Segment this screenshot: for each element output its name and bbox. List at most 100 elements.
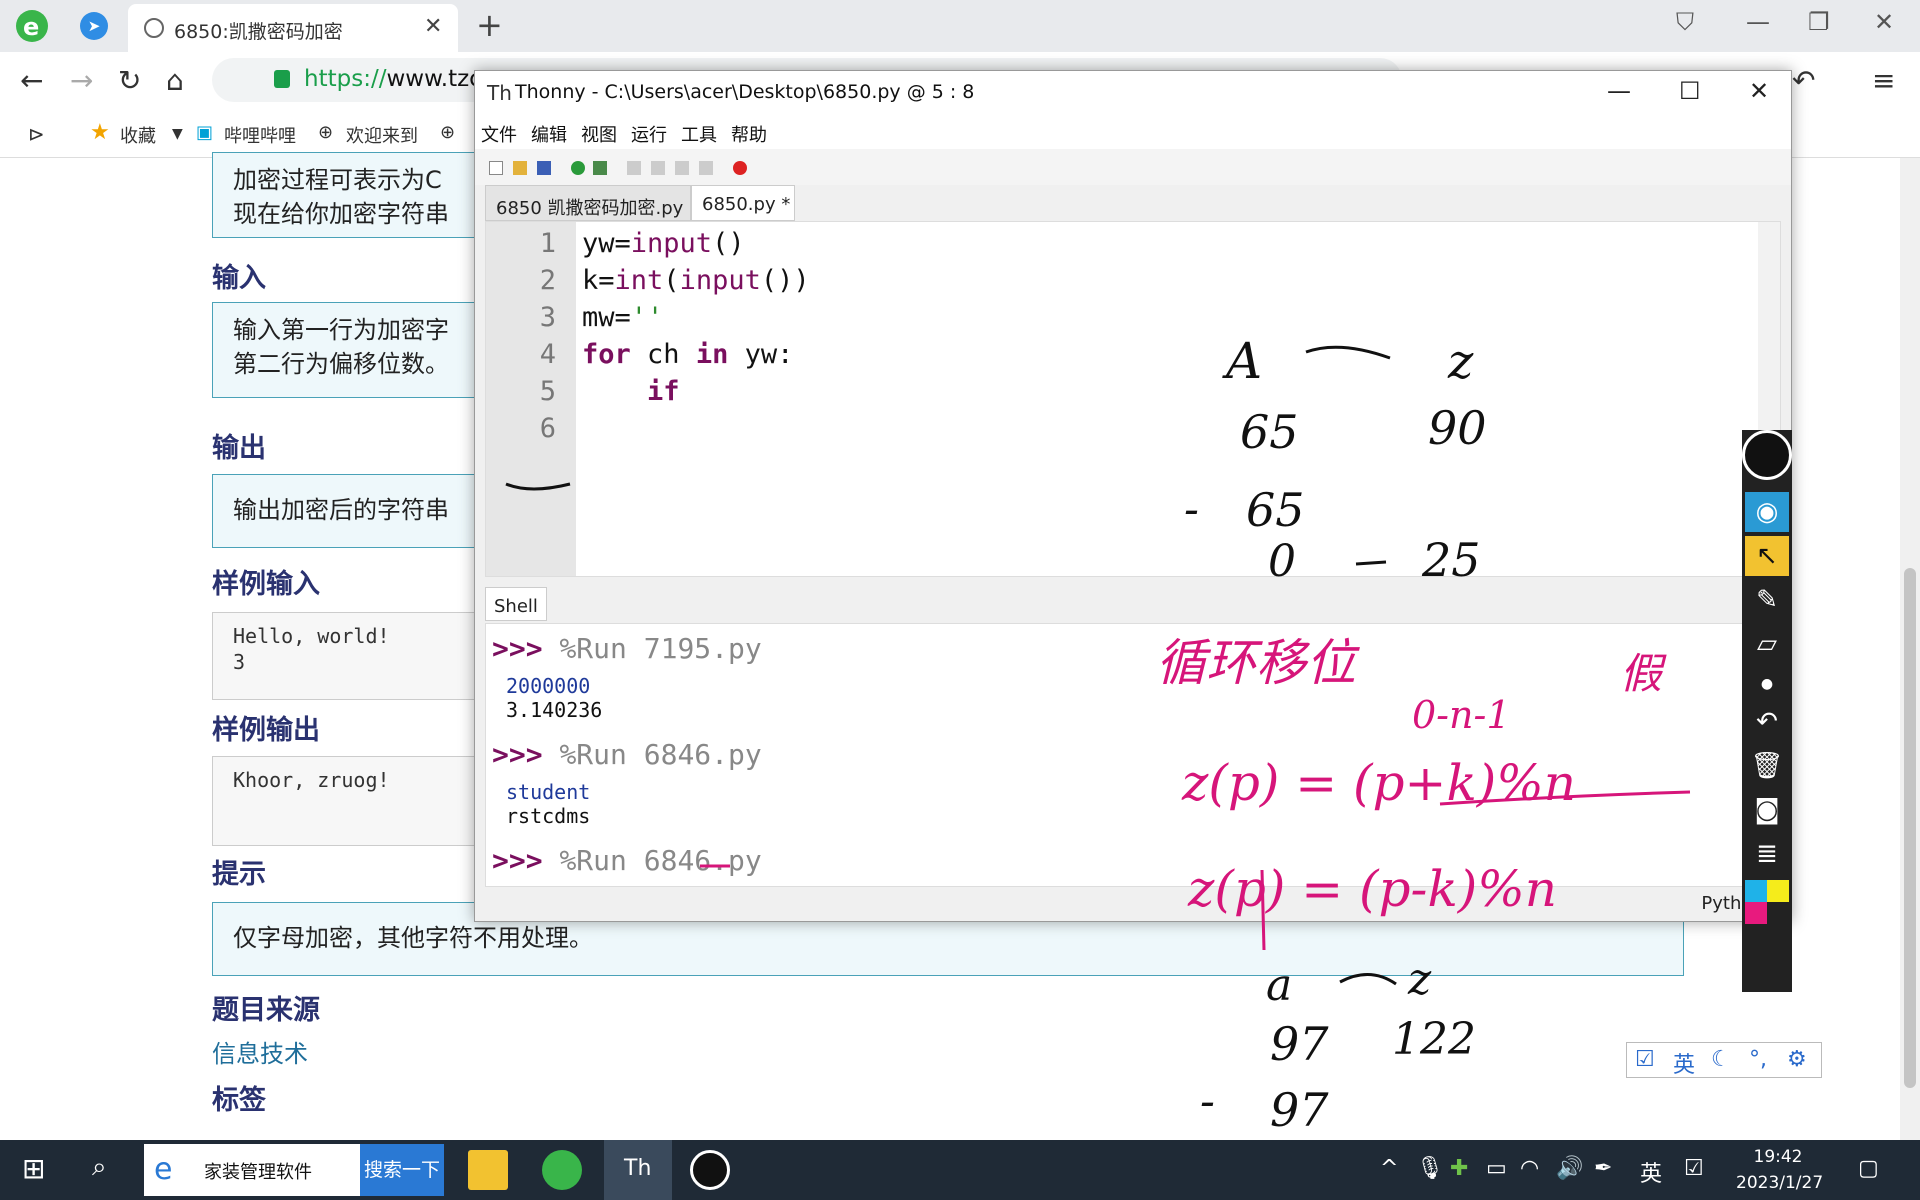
menu-file[interactable]: 文件 (481, 121, 517, 147)
globe-icon (144, 18, 164, 38)
input-heading: 输入 (212, 263, 266, 294)
eye-icon[interactable]: ◉ (1745, 492, 1789, 532)
pen-size-icon[interactable]: ● (1745, 664, 1789, 704)
camera-icon[interactable]: ◙ (1745, 790, 1789, 830)
color-magenta[interactable] (1745, 902, 1767, 924)
pen-toggle-button[interactable] (1742, 430, 1792, 480)
reload-icon[interactable]: ↻ (118, 64, 141, 97)
open-file-icon[interactable] (513, 161, 527, 175)
menu-run[interactable]: 运行 (631, 121, 667, 147)
forward-icon[interactable]: → (70, 64, 93, 97)
search-button[interactable]: 搜索一下 (360, 1144, 444, 1196)
menu-tools[interactable]: 工具 (681, 121, 717, 147)
home-icon[interactable]: ⌂ (166, 64, 184, 97)
line-number: 4 (539, 339, 556, 370)
step-out-icon[interactable] (675, 161, 689, 175)
tab-label: 6850 凯撒密码加密.py (496, 198, 684, 219)
code-editor[interactable]: 1 2 3 4 5 6 yw=input() k=int(input()) mw… (485, 221, 1781, 577)
new-file-icon[interactable] (489, 161, 503, 175)
new-tab-button[interactable]: + (476, 6, 503, 44)
eraser-icon[interactable]: ▱ (1745, 624, 1789, 664)
network-icon[interactable]: ▭ (1486, 1156, 1507, 1181)
restore-icon[interactable]: ❐ (1808, 8, 1830, 36)
close-tab-icon[interactable]: ✕ (424, 14, 442, 39)
line-number: 1 (539, 228, 556, 259)
step-over-icon[interactable] (627, 161, 641, 175)
browser-logo-icon[interactable]: e (14, 8, 50, 44)
security-icon[interactable]: ✚ (1450, 1156, 1468, 1181)
close-icon[interactable]: ✕ (1749, 77, 1769, 105)
ime-lang-toggle[interactable]: 英 (1673, 1047, 1695, 1079)
menu-help[interactable]: 帮助 (731, 121, 767, 147)
volume-icon[interactable]: 🔊 (1556, 1156, 1583, 1181)
save-icon[interactable] (537, 161, 551, 175)
maximize-icon[interactable]: ☐ (1679, 77, 1701, 105)
bookmark-favorites[interactable]: 收藏 (120, 122, 156, 148)
step-into-icon[interactable] (651, 161, 665, 175)
taskbar: ⊞ ⌕ e 家装管理软件 搜索一下 Th ^ 🎙 ✚ ▭ ◠ 🔊 ✒ 英 ☑ 1… (0, 1140, 1920, 1200)
search-text: 家装管理软件 (204, 1162, 312, 1183)
notes-icon[interactable]: ≣ (1745, 834, 1789, 874)
run-icon[interactable] (571, 161, 585, 175)
browser-taskbar-icon[interactable] (542, 1150, 582, 1190)
ime-lang-indicator[interactable]: 英 (1640, 1156, 1662, 1188)
shell-output: student (506, 780, 591, 804)
minimize-icon[interactable]: — (1607, 77, 1631, 105)
resume-icon[interactable] (699, 161, 713, 175)
system-clock[interactable]: 19:42 2023/1/27 (1736, 1144, 1823, 1196)
shell-output: rstcdms (506, 804, 591, 828)
tray-expand-icon[interactable]: ^ (1380, 1156, 1398, 1181)
debug-icon[interactable] (593, 161, 607, 175)
chevron-down-icon[interactable]: ▼ (172, 126, 183, 142)
color-yellow[interactable] (1767, 880, 1789, 902)
search-icon[interactable]: ⌕ (92, 1152, 107, 1183)
tab-6850-py[interactable]: 6850.py * (691, 185, 795, 221)
shirt-icon[interactable]: ⛉ (1676, 8, 1694, 36)
taskbar-search-box[interactable]: e 家装管理软件 (144, 1144, 360, 1196)
menu-icon[interactable]: ≡ (1872, 64, 1895, 97)
menu-view[interactable]: 视图 (581, 121, 617, 147)
windows-start-icon[interactable]: ⊞ (22, 1152, 45, 1185)
close-window-icon[interactable]: ✕ (1874, 8, 1894, 36)
browser-tab[interactable]: 6850:凯撒密码加密 ✕ (128, 4, 458, 52)
pointer-icon[interactable]: ↖ (1745, 536, 1789, 576)
screen: { "browser": { "tab_title": "6850:凯撒密码加密… (0, 0, 1920, 1200)
undo-icon[interactable]: ↶ (1745, 702, 1789, 742)
microphone-icon[interactable]: 🎙 (1416, 1156, 1444, 1181)
tab-label: 6850.py * (702, 194, 791, 215)
back-icon[interactable]: ← (20, 64, 43, 97)
ime-toolbar: ☑ 英 ☾ °, ⚙ (1626, 1042, 1822, 1078)
file-explorer-icon[interactable] (468, 1150, 508, 1190)
shell-tab[interactable]: Shell (485, 587, 547, 621)
stop-icon[interactable] (733, 161, 747, 175)
minimize-icon[interactable]: — (1746, 8, 1770, 36)
undo-icon[interactable]: ↶ (1792, 64, 1815, 97)
sidebar-toggle-icon[interactable]: ⊳ (28, 122, 45, 146)
bookmark-bilibili[interactable]: 哔哩哔哩 (224, 122, 296, 148)
code-line: mw='' (582, 302, 664, 333)
ime-mode-icon[interactable]: ☑ (1684, 1156, 1704, 1181)
pen-app-icon[interactable] (690, 1150, 730, 1190)
bookmark-welcome[interactable]: 欢迎来到 (346, 122, 418, 148)
page-scrollbar[interactable] (1900, 158, 1920, 1140)
gear-icon[interactable]: ⚙ (1787, 1047, 1807, 1072)
shell-panel[interactable]: >>> %Run 7195.py 2000000 3.140236 >>> %R… (485, 623, 1781, 887)
trash-icon[interactable]: 🗑 (1745, 746, 1789, 786)
wifi-icon[interactable]: ◠ (1520, 1156, 1539, 1181)
menu-edit[interactable]: 编辑 (531, 121, 567, 147)
source-link[interactable]: 信息技术 (212, 1034, 308, 1069)
code-line: yw=input() (582, 228, 745, 259)
color-cyan[interactable] (1745, 880, 1767, 902)
output-heading: 输出 (212, 433, 266, 464)
scrollbar-thumb[interactable] (1904, 568, 1916, 1088)
telegram-icon[interactable]: ➤ (80, 12, 108, 40)
bilibili-icon: ▣ (196, 122, 214, 143)
pen-icon[interactable]: ✎ (1745, 580, 1789, 620)
moon-icon[interactable]: ☾ (1711, 1047, 1731, 1072)
pen-tray-icon[interactable]: ✒ (1594, 1156, 1612, 1181)
tab-6850-caesar[interactable]: 6850 凯撒密码加密.py (485, 185, 691, 221)
punctuation-icon[interactable]: °, (1749, 1047, 1767, 1072)
notifications-icon[interactable]: ▢ (1858, 1156, 1879, 1181)
thonny-taskbar-icon[interactable]: Th (604, 1140, 672, 1200)
ime-logo-icon[interactable]: ☑ (1635, 1047, 1655, 1072)
